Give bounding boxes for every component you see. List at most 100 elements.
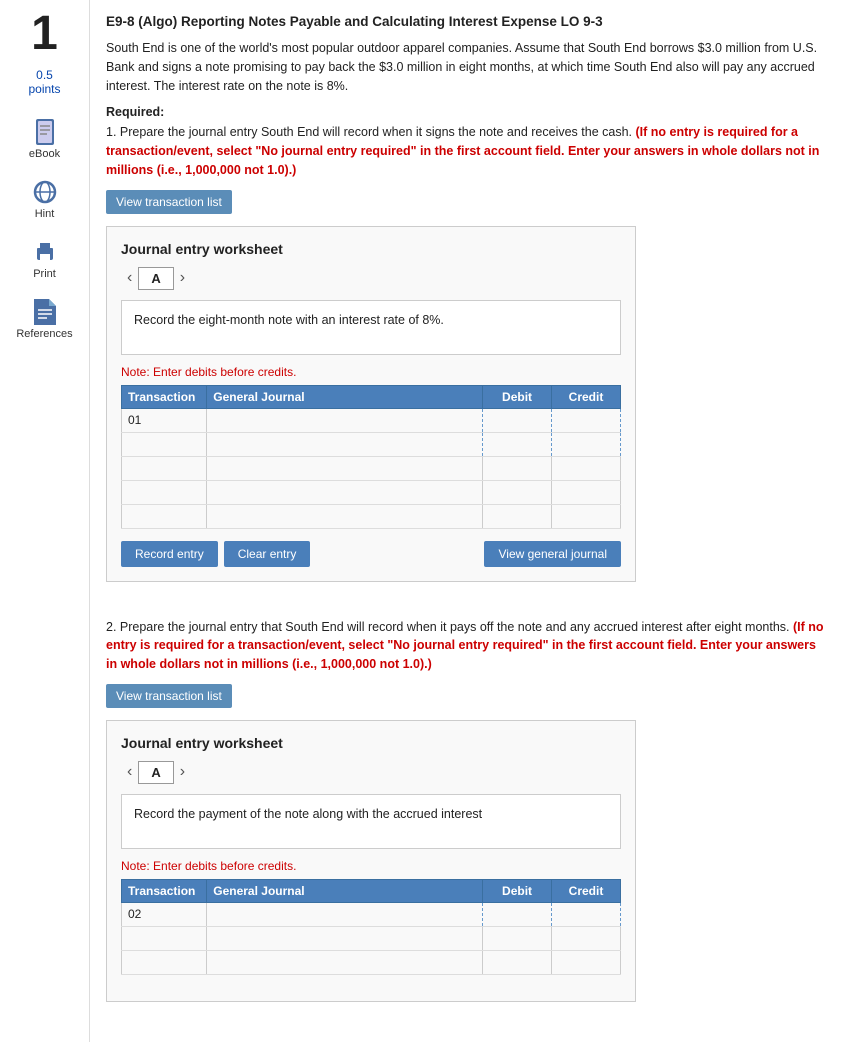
note-enter-2: Note: Enter debits before credits. — [121, 859, 621, 873]
tab-a-1[interactable]: A — [138, 267, 173, 290]
cell-debit[interactable] — [483, 902, 552, 926]
references-icon — [31, 298, 59, 326]
cell-transaction — [122, 456, 207, 480]
record-entry-btn-1[interactable]: Record entry — [121, 541, 218, 567]
cell-credit — [552, 504, 621, 528]
cell-journal[interactable] — [207, 480, 483, 504]
sidebar-item-ebook[interactable]: eBook — [5, 112, 85, 166]
cell-credit[interactable] — [552, 408, 621, 432]
journal-table-1: Transaction General Journal Debit Credit… — [121, 385, 621, 529]
th-transaction-1: Transaction — [122, 385, 207, 408]
input-credit[interactable] — [558, 413, 614, 427]
cell-debit — [483, 504, 552, 528]
points-label: 0.5 points — [28, 68, 60, 96]
table-row — [122, 480, 621, 504]
cell-journal[interactable] — [207, 408, 483, 432]
cell-credit[interactable] — [552, 432, 621, 456]
globe-icon — [31, 178, 59, 206]
th-credit-2: Credit — [552, 879, 621, 902]
tab-next-1[interactable]: › — [174, 269, 191, 287]
btn-row-1: Record entry Clear entry View general jo… — [121, 541, 621, 567]
view-transaction-btn-1[interactable]: View transaction list — [106, 190, 232, 214]
cell-transaction: 01 — [122, 408, 207, 432]
table-row: 01 — [122, 408, 621, 432]
cell-journal — [207, 950, 483, 974]
input-debit[interactable] — [489, 413, 545, 427]
note-enter-1: Note: Enter debits before credits. — [121, 365, 621, 379]
input-journal[interactable] — [213, 413, 476, 427]
tab-prev-2[interactable]: ‹ — [121, 763, 138, 781]
worksheet-2-title: Journal entry worksheet — [121, 735, 621, 751]
table-row — [122, 504, 621, 528]
input-journal[interactable] — [213, 907, 476, 921]
cell-debit — [483, 480, 552, 504]
cell-debit[interactable] — [483, 432, 552, 456]
tab-row-1: ‹ A › — [121, 267, 621, 290]
th-transaction-2: Transaction — [122, 879, 207, 902]
cell-transaction — [122, 432, 207, 456]
tab-row-2: ‹ A › — [121, 761, 621, 784]
book-icon — [31, 118, 59, 146]
cell-journal — [207, 504, 483, 528]
clear-entry-btn-1[interactable]: Clear entry — [224, 541, 311, 567]
section-divider — [106, 602, 830, 618]
references-label: References — [16, 328, 72, 340]
note-box-1: Record the eight-month note with an inte… — [121, 300, 621, 355]
th-debit-2: Debit — [483, 879, 552, 902]
print-icon — [31, 238, 59, 266]
input-journal[interactable] — [213, 485, 476, 499]
sidebar: 1 0.5 points eBook Hint Print — [0, 0, 90, 1042]
table-row — [122, 926, 621, 950]
table-row — [122, 432, 621, 456]
table-row — [122, 950, 621, 974]
th-debit-1: Debit — [483, 385, 552, 408]
cell-transaction — [122, 950, 207, 974]
tab-prev-1[interactable]: ‹ — [121, 269, 138, 287]
main-content: E9-8 (Algo) Reporting Notes Payable and … — [90, 0, 850, 1042]
worksheet-1: Journal entry worksheet ‹ A › Record the… — [106, 226, 636, 582]
required-text-1: 1. Prepare the journal entry South End w… — [106, 123, 830, 179]
sidebar-item-references[interactable]: References — [5, 292, 85, 346]
question-title: E9-8 (Algo) Reporting Notes Payable and … — [106, 14, 830, 29]
print-label: Print — [33, 268, 56, 280]
cell-credit — [552, 456, 621, 480]
question-number: 1 — [31, 10, 58, 58]
input-credit[interactable] — [558, 907, 614, 921]
cell-debit — [483, 950, 552, 974]
table-row — [122, 456, 621, 480]
input-credit[interactable] — [558, 437, 614, 451]
input-debit[interactable] — [489, 907, 545, 921]
tab-next-2[interactable]: › — [174, 763, 191, 781]
journal-table-2: Transaction General Journal Debit Credit… — [121, 879, 621, 975]
tab-a-2[interactable]: A — [138, 761, 173, 784]
input-debit[interactable] — [489, 437, 545, 451]
table-row: 02 — [122, 902, 621, 926]
sidebar-item-print[interactable]: Print — [5, 232, 85, 286]
view-general-journal-btn-1[interactable]: View general journal — [484, 541, 621, 567]
input-journal[interactable] — [213, 461, 476, 475]
input-journal[interactable] — [213, 437, 476, 451]
th-journal-2: General Journal — [207, 879, 483, 902]
cell-transaction — [122, 504, 207, 528]
input-journal[interactable] — [213, 931, 476, 945]
cell-journal[interactable] — [207, 926, 483, 950]
cell-journal[interactable] — [207, 432, 483, 456]
th-credit-1: Credit — [552, 385, 621, 408]
sidebar-item-hint[interactable]: Hint — [5, 172, 85, 226]
cell-journal[interactable] — [207, 456, 483, 480]
cell-transaction: 02 — [122, 902, 207, 926]
cell-credit[interactable] — [552, 902, 621, 926]
worksheet-1-title: Journal entry worksheet — [121, 241, 621, 257]
cell-credit — [552, 480, 621, 504]
view-transaction-btn-2[interactable]: View transaction list — [106, 684, 232, 708]
note-box-2: Record the payment of the note along wit… — [121, 794, 621, 849]
hint-label: Hint — [35, 208, 55, 220]
cell-debit — [483, 456, 552, 480]
th-journal-1: General Journal — [207, 385, 483, 408]
cell-credit — [552, 926, 621, 950]
required-label: Required: — [106, 105, 830, 119]
question-2-body: 2. Prepare the journal entry that South … — [106, 618, 830, 674]
cell-debit[interactable] — [483, 408, 552, 432]
cell-transaction — [122, 480, 207, 504]
cell-journal[interactable] — [207, 902, 483, 926]
